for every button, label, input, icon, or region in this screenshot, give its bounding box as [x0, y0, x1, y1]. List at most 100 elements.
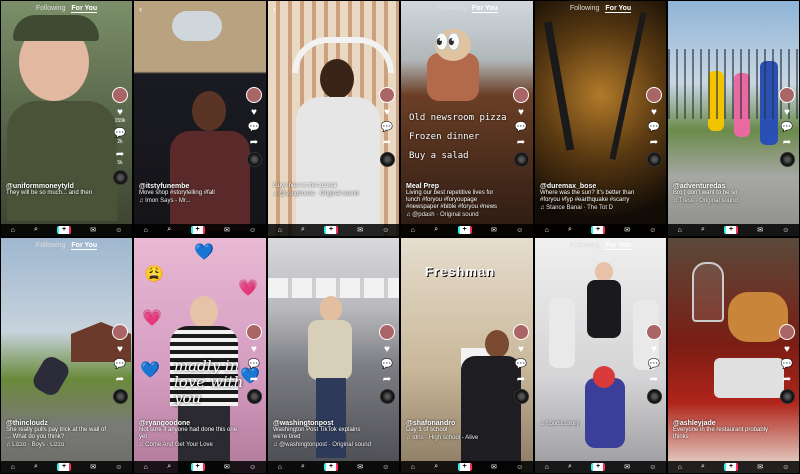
home-icon[interactable]: ⌂ — [278, 227, 282, 234]
creator-avatar[interactable] — [112, 324, 128, 340]
tab-following[interactable]: Following — [36, 242, 66, 249]
tab-for-you[interactable]: For You — [471, 5, 498, 13]
comment-action[interactable]: 💬 — [380, 359, 394, 370]
discover-icon[interactable]: ⌕ — [568, 226, 572, 234]
creator-username[interactable]: @uniformmoneytyld — [6, 183, 108, 190]
home-icon[interactable]: ⌂ — [411, 227, 415, 234]
sound-label[interactable]: ♫ Idris · High school - Alive — [406, 435, 509, 442]
music-disc-icon[interactable] — [112, 170, 128, 185]
heart-action[interactable]: ♥ — [780, 107, 794, 118]
sound-label[interactable]: ♫ @pdash · Original sound — [406, 212, 509, 219]
inbox-icon[interactable]: ✉ — [224, 463, 230, 471]
music-disc-icon[interactable] — [779, 152, 795, 167]
sound-label[interactable]: ♫ @songhouse · Original sound — [273, 191, 375, 198]
share-action[interactable]: ➦ — [647, 374, 661, 385]
comment-action[interactable]: 💬 — [380, 122, 394, 133]
heart-action[interactable]: ♥ — [113, 344, 127, 355]
share-action[interactable]: ➦ — [113, 374, 127, 385]
video-tile[interactable]: Following For You ♥ 159k 💬 2k ➦ 5k @uniformmoney… — [0, 0, 133, 237]
inbox-icon[interactable]: ✉ — [757, 463, 763, 471]
comment-action[interactable]: 💬 2k — [113, 128, 127, 145]
creator-avatar[interactable] — [513, 324, 529, 340]
share-action[interactable]: ➦ — [780, 137, 794, 148]
creator-avatar[interactable] — [646, 87, 662, 103]
music-disc-icon[interactable] — [379, 389, 395, 404]
inbox-icon[interactable]: ✉ — [90, 463, 96, 471]
heart-action[interactable]: ♥ — [380, 107, 394, 118]
comment-action[interactable]: 💬 — [113, 359, 127, 370]
heart-action[interactable]: ♥ — [247, 107, 261, 118]
discover-icon[interactable]: ⌕ — [701, 226, 705, 234]
create-button[interactable]: + — [190, 463, 205, 471]
create-button[interactable]: + — [591, 226, 606, 234]
creator-avatar[interactable] — [513, 87, 529, 103]
home-icon[interactable]: ⌂ — [545, 227, 549, 234]
home-icon[interactable]: ⌂ — [144, 227, 148, 234]
creator-username[interactable]: @thincloudz — [6, 420, 108, 427]
sound-label[interactable]: ♫ Come And Get Your Love — [139, 442, 242, 449]
music-disc-icon[interactable] — [112, 389, 128, 404]
sound-label[interactable]: ♫ Lizzo · Boys · Lizzo — [6, 442, 108, 449]
music-disc-icon[interactable] — [646, 389, 662, 404]
inbox-icon[interactable]: ✉ — [357, 463, 363, 471]
home-icon[interactable]: ⌂ — [144, 464, 148, 471]
home-icon[interactable]: ⌂ — [11, 464, 15, 471]
profile-icon[interactable]: ☺ — [782, 227, 789, 234]
profile-icon[interactable]: ☺ — [649, 464, 656, 471]
music-disc-icon[interactable] — [246, 152, 262, 167]
creator-username[interactable]: @adventuredas — [673, 183, 775, 190]
inbox-icon[interactable]: ✉ — [491, 226, 497, 234]
video-tile[interactable]: Freshman ♥ 💬 ➦ @shafonandro Day 1 of school ♫ … — [400, 237, 534, 474]
back-arrow-icon[interactable]: ‹ — [139, 4, 142, 14]
comment-action[interactable]: 💬 — [647, 122, 661, 133]
creator-avatar[interactable] — [779, 324, 795, 340]
video-tile[interactable]: 👀 Following For You Old newsroom pizza Froze… — [400, 0, 534, 237]
creator-avatar[interactable] — [646, 324, 662, 340]
create-button[interactable]: + — [190, 226, 205, 234]
profile-icon[interactable]: ☺ — [516, 464, 523, 471]
share-action[interactable]: ➦ — [780, 374, 794, 385]
create-button[interactable]: + — [591, 463, 606, 471]
inbox-icon[interactable]: ✉ — [757, 226, 763, 234]
music-disc-icon[interactable] — [513, 389, 529, 404]
profile-icon[interactable]: ☺ — [649, 227, 656, 234]
tab-for-you[interactable]: For You — [71, 242, 98, 250]
sound-label[interactable]: ♫ Stance Banai · The Tot D — [540, 205, 642, 212]
heart-action[interactable]: ♥ — [647, 107, 661, 118]
music-disc-icon[interactable] — [646, 152, 662, 167]
share-action[interactable]: ➦ 5k — [113, 149, 127, 166]
discover-icon[interactable]: ⌕ — [167, 463, 171, 471]
home-icon[interactable]: ⌂ — [678, 227, 682, 234]
home-icon[interactable]: ⌂ — [278, 464, 282, 471]
share-action[interactable]: ➦ — [514, 137, 528, 148]
video-tile[interactable]: ‹ ♥ 💬 ➦ Guys here is the tutorial ♫ @songhous… — [267, 0, 400, 237]
comment-action[interactable]: 💬 — [514, 122, 528, 133]
discover-icon[interactable]: ⌕ — [167, 226, 171, 234]
creator-username[interactable]: Meal Prep — [406, 183, 509, 190]
profile-icon[interactable]: ☺ — [249, 464, 256, 471]
share-action[interactable]: ➦ — [514, 374, 528, 385]
share-action[interactable]: ➦ — [380, 374, 394, 385]
inbox-icon[interactable]: ✉ — [624, 463, 630, 471]
discover-icon[interactable]: ⌕ — [34, 463, 38, 471]
home-icon[interactable]: ⌂ — [411, 464, 415, 471]
share-action[interactable]: ➦ — [647, 137, 661, 148]
tab-for-you[interactable]: For You — [71, 5, 98, 13]
discover-icon[interactable]: ⌕ — [434, 463, 438, 471]
create-button[interactable]: + — [457, 463, 472, 471]
tab-following[interactable]: Following — [36, 5, 66, 12]
create-button[interactable]: + — [724, 226, 739, 234]
create-button[interactable]: + — [324, 463, 339, 471]
profile-icon[interactable]: ☺ — [382, 464, 389, 471]
inbox-icon[interactable]: ✉ — [491, 463, 497, 471]
profile-icon[interactable]: ☺ — [382, 227, 389, 234]
music-disc-icon[interactable] — [246, 389, 262, 404]
creator-avatar[interactable] — [379, 87, 395, 103]
creator-avatar[interactable] — [379, 324, 395, 340]
profile-icon[interactable]: ☺ — [516, 227, 523, 234]
tab-following[interactable]: Following — [570, 5, 600, 12]
create-button[interactable]: + — [57, 463, 72, 471]
home-icon[interactable]: ⌂ — [678, 464, 682, 471]
heart-action[interactable]: ♥ 159k — [113, 107, 127, 124]
profile-icon[interactable]: ☺ — [115, 464, 122, 471]
